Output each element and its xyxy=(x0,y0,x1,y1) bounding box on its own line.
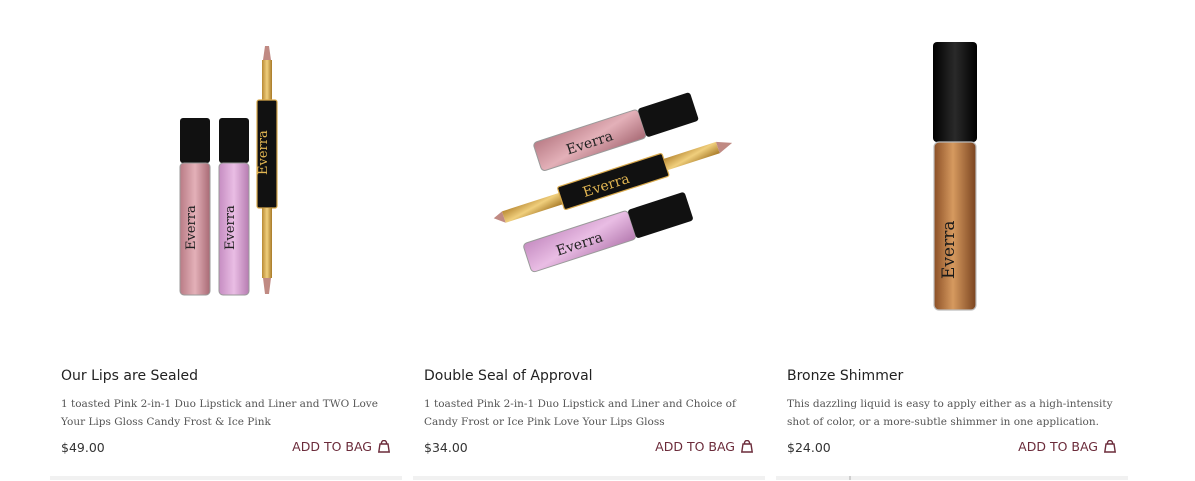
product-card[interactable]: Everra Everra Everra Our Lips are Sealed… xyxy=(50,0,402,481)
add-to-bag-button[interactable]: ADD TO BAG xyxy=(292,439,390,454)
shopping-bag-icon xyxy=(1104,440,1116,453)
product-description: This dazzling liquid is easy to apply ei… xyxy=(787,398,1113,428)
shopping-bag-icon xyxy=(741,440,753,453)
card-divider xyxy=(413,476,765,480)
shopping-bag-icon xyxy=(378,440,390,453)
product-card[interactable]: Everra Bronze Shimmer This dazzling liqu… xyxy=(776,0,1128,481)
product-title[interactable]: Our Lips are Sealed xyxy=(61,368,198,384)
card-divider xyxy=(776,476,1128,480)
add-to-bag-label: ADD TO BAG xyxy=(292,439,372,454)
product-price: $24.00 xyxy=(787,440,831,455)
product-title[interactable]: Double Seal of Approval xyxy=(424,368,593,384)
product-description: 1 toasted Pink 2-in-1 Duo Lipstick and L… xyxy=(61,398,378,428)
product-title[interactable]: Bronze Shimmer xyxy=(787,368,903,384)
add-to-bag-button[interactable]: ADD TO BAG xyxy=(1018,439,1116,454)
product-price: $34.00 xyxy=(424,440,468,455)
add-to-bag-button[interactable]: ADD TO BAG xyxy=(655,439,753,454)
product-image[interactable]: Everra Everra Everra xyxy=(413,30,765,320)
add-to-bag-label: ADD TO BAG xyxy=(655,439,735,454)
svg-text:Everra: Everra xyxy=(223,205,238,250)
lip-kit-illustration: Everra Everra Everra xyxy=(493,92,733,273)
product-description: 1 toasted Pink 2-in-1 Duo Lipstick and L… xyxy=(424,398,736,428)
card-divider xyxy=(50,476,402,480)
add-to-bag-label: ADD TO BAG xyxy=(1018,439,1098,454)
product-price: $49.00 xyxy=(61,440,105,455)
product-grid: Everra Everra Everra Our Lips are Sealed… xyxy=(50,0,1140,481)
scroll-indicator xyxy=(849,476,851,480)
product-image[interactable]: Everra Everra Everra xyxy=(50,30,402,320)
product-card[interactable]: Everra Everra Everra Double Seal of Appr… xyxy=(413,0,765,481)
product-image[interactable]: Everra xyxy=(776,30,1128,320)
lip-kit-illustration: Everra Everra Everra xyxy=(179,46,278,296)
svg-text:Everra: Everra xyxy=(939,221,959,279)
bronze-gloss-illustration: Everra xyxy=(933,42,977,311)
brand-text: Everra xyxy=(184,205,199,250)
svg-text:Everra: Everra xyxy=(256,130,271,175)
